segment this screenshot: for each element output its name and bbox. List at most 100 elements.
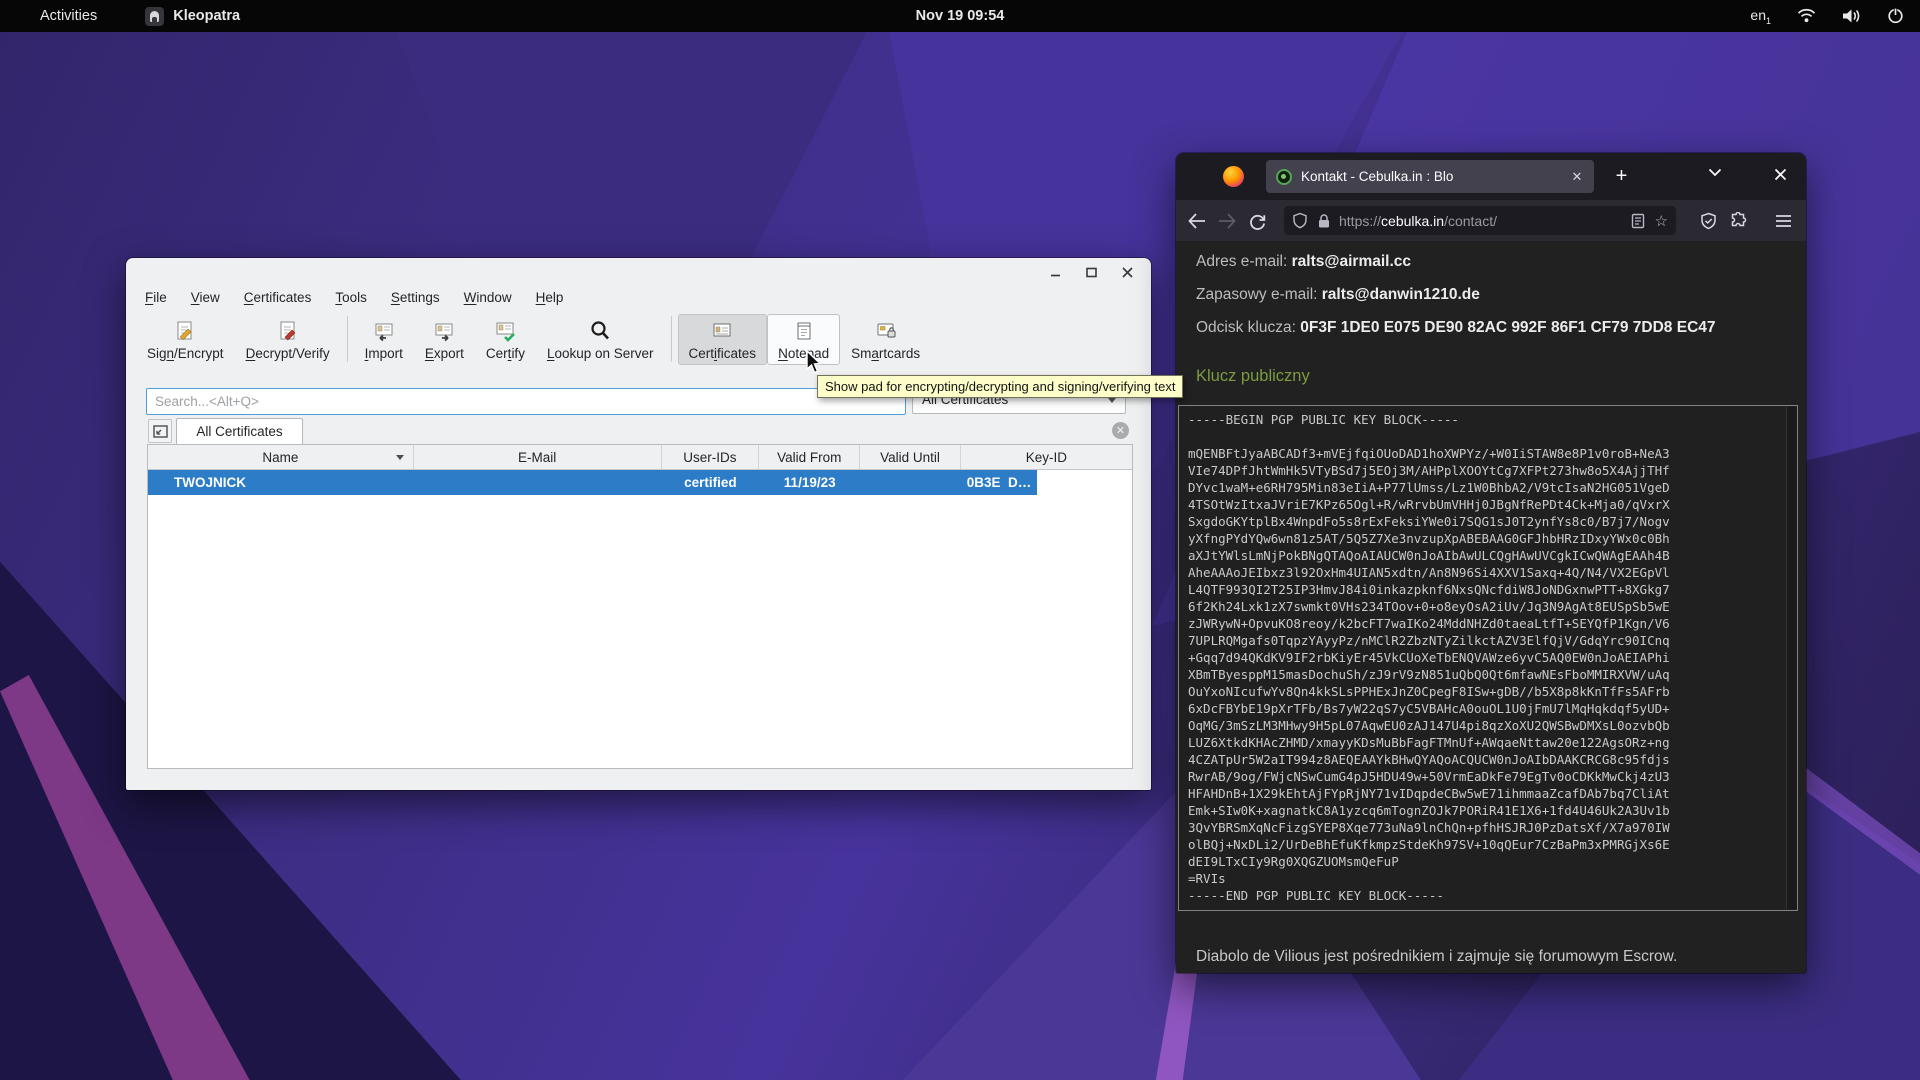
menu-item-file[interactable]: File [138, 288, 174, 307]
search-icon [588, 319, 612, 343]
decrypt-verify-button[interactable]: Decrypt/Verify [235, 314, 341, 365]
cell-key-id: 0B3E D… [961, 470, 1132, 495]
certificates-table: Name E-Mail User-IDs Valid From Valid Un… [147, 444, 1133, 769]
column-header-email[interactable]: E-Mail [414, 445, 662, 469]
tooltip: Show pad for encrypting/decrypting and s… [817, 375, 1183, 398]
contact-label: Odcisk klucza: [1196, 319, 1300, 336]
protections-icon[interactable] [1695, 208, 1721, 234]
clock[interactable]: Nov 19 09:54 [916, 8, 1005, 24]
desktop: Activities Kleopatra Nov 19 09:54 en1 [0, 0, 1920, 1080]
menu-item-view[interactable]: View [184, 288, 227, 307]
sign-encrypt-button[interactable]: Sign/Encrypt [136, 314, 235, 365]
back-button[interactable] [1184, 208, 1210, 234]
kleopatra-toolbar: Sign/Encrypt Decrypt/Verify Import [126, 310, 1151, 368]
page-footer: Diabolo de Vilious jest pośrednikiem i z… [1196, 948, 1677, 966]
close-button[interactable] [1119, 264, 1135, 280]
contact-value: ralts@airmail.cc [1292, 253, 1411, 270]
forward-button[interactable] [1214, 208, 1240, 234]
chevron-down-icon [1108, 398, 1116, 403]
url-bar[interactable]: https://cebulka.in/contact/ ☆ [1284, 206, 1676, 235]
column-label: Key-ID [1026, 450, 1067, 465]
column-header-user-ids[interactable]: User-IDs [662, 445, 759, 469]
reload-icon [1248, 212, 1267, 231]
open-tab-icon [153, 425, 168, 438]
menu-item-help[interactable]: Help [529, 288, 571, 307]
certificates-view-button[interactable]: Certificates [678, 314, 768, 365]
new-tab-button[interactable]: + [1608, 163, 1635, 190]
column-label: E-Mail [518, 450, 556, 465]
pgp-key-block: -----BEGIN PGP PUBLIC KEY BLOCK----- mQE… [1178, 405, 1798, 911]
kleopatra-menu-bar: File View Certificates Tools Settings Wi… [126, 286, 1151, 310]
firefox-nav-bar: https://cebulka.in/contact/ ☆ [1176, 200, 1806, 241]
menu-item-tools[interactable]: Tools [328, 288, 374, 307]
chevron-down-icon [1708, 168, 1722, 177]
notepad-button[interactable]: Notepad [767, 314, 840, 365]
tab-close-icon[interactable]: ✕ [1568, 168, 1586, 186]
menu-item-certificates[interactable]: Certificates [237, 288, 319, 307]
toolbar-button-label: Sign/Encrypt [147, 346, 224, 361]
tab-row: All Certificates ✕ [126, 418, 1151, 444]
cell-user-ids: certified [662, 470, 759, 495]
certificate-row[interactable]: TWOJNICK certified 11/19/23 0B3E D… [148, 470, 1132, 495]
app-indicator[interactable]: Kleopatra [145, 7, 240, 26]
certificates-icon [710, 319, 734, 343]
firefox-tab-bar: Kontakt - Cebulka.in : Blo ✕ + [1176, 153, 1806, 200]
cell-name: TWOJNICK [148, 470, 414, 495]
kleopatra-titlebar[interactable] [126, 258, 1151, 286]
system-status-area[interactable]: en1 [1750, 7, 1904, 26]
open-new-tab-button[interactable] [148, 419, 172, 443]
decrypt-verify-icon [276, 319, 300, 343]
export-button[interactable]: Export [414, 314, 475, 365]
column-header-name[interactable]: Name [148, 445, 414, 469]
menu-button[interactable] [1770, 208, 1796, 234]
smartcards-button[interactable]: Smartcards [840, 314, 931, 365]
url-domain: cebulka.in [1381, 213, 1444, 229]
contact-label: Adres e-mail: [1196, 253, 1292, 270]
toolbar-button-label: Import [365, 346, 403, 361]
lock-icon [1317, 213, 1331, 229]
column-header-valid-from[interactable]: Valid From [759, 445, 860, 469]
cell-email [414, 470, 662, 495]
certify-button[interactable]: Certify [475, 314, 536, 365]
list-tabs-button[interactable] [1708, 168, 1722, 177]
activities-button[interactable]: Activities [30, 6, 107, 26]
keyboard-layout-indicator[interactable]: en1 [1750, 7, 1771, 26]
column-header-key-id[interactable]: Key-ID [961, 445, 1132, 469]
reload-button[interactable] [1244, 208, 1270, 234]
tab-all-certificates[interactable]: All Certificates [176, 418, 303, 444]
notepad-icon [792, 319, 816, 343]
column-label: Valid From [777, 450, 841, 465]
window-close-button[interactable] [1774, 168, 1787, 181]
scrollbar-track[interactable] [1786, 407, 1797, 909]
import-button[interactable]: Import [354, 314, 414, 365]
kleopatra-app-icon [145, 7, 164, 26]
mouse-cursor [806, 350, 824, 376]
column-header-valid-until[interactable]: Valid Until [860, 445, 960, 469]
reader-mode-icon[interactable] [1631, 213, 1645, 229]
site-favicon [1276, 169, 1292, 185]
pubkey-link[interactable]: Klucz publiczny [1196, 367, 1806, 386]
url-path: /contact/ [1444, 213, 1497, 229]
extensions-icon[interactable] [1725, 208, 1751, 234]
firefox-view-icon[interactable] [1223, 166, 1244, 187]
close-tab-button[interactable]: ✕ [1112, 422, 1129, 439]
tracking-shield-icon [1292, 212, 1308, 229]
column-label: Name [262, 450, 298, 465]
menu-item-settings[interactable]: Settings [384, 288, 447, 307]
maximize-button[interactable] [1083, 264, 1099, 280]
browser-tab[interactable]: Kontakt - Cebulka.in : Blo ✕ [1266, 160, 1594, 193]
toolbar-button-label: Certify [486, 346, 525, 361]
lookup-on-server-button[interactable]: Lookup on Server [536, 314, 665, 365]
column-label: Valid Until [880, 450, 940, 465]
bookmark-star-icon[interactable]: ☆ [1655, 212, 1668, 230]
import-icon [372, 319, 396, 343]
toolbar-button-label: Smartcards [851, 346, 920, 361]
search-input[interactable] [146, 388, 906, 415]
hamburger-icon [1775, 214, 1792, 228]
contact-value: ralts@danwin1210.de [1322, 286, 1480, 303]
kleopatra-window: File View Certificates Tools Settings Wi… [126, 258, 1151, 790]
firefox-window: Kontakt - Cebulka.in : Blo ✕ + [1176, 153, 1806, 973]
toolbar-separator [347, 316, 348, 362]
minimize-button[interactable] [1047, 264, 1063, 280]
menu-item-window[interactable]: Window [457, 288, 519, 307]
